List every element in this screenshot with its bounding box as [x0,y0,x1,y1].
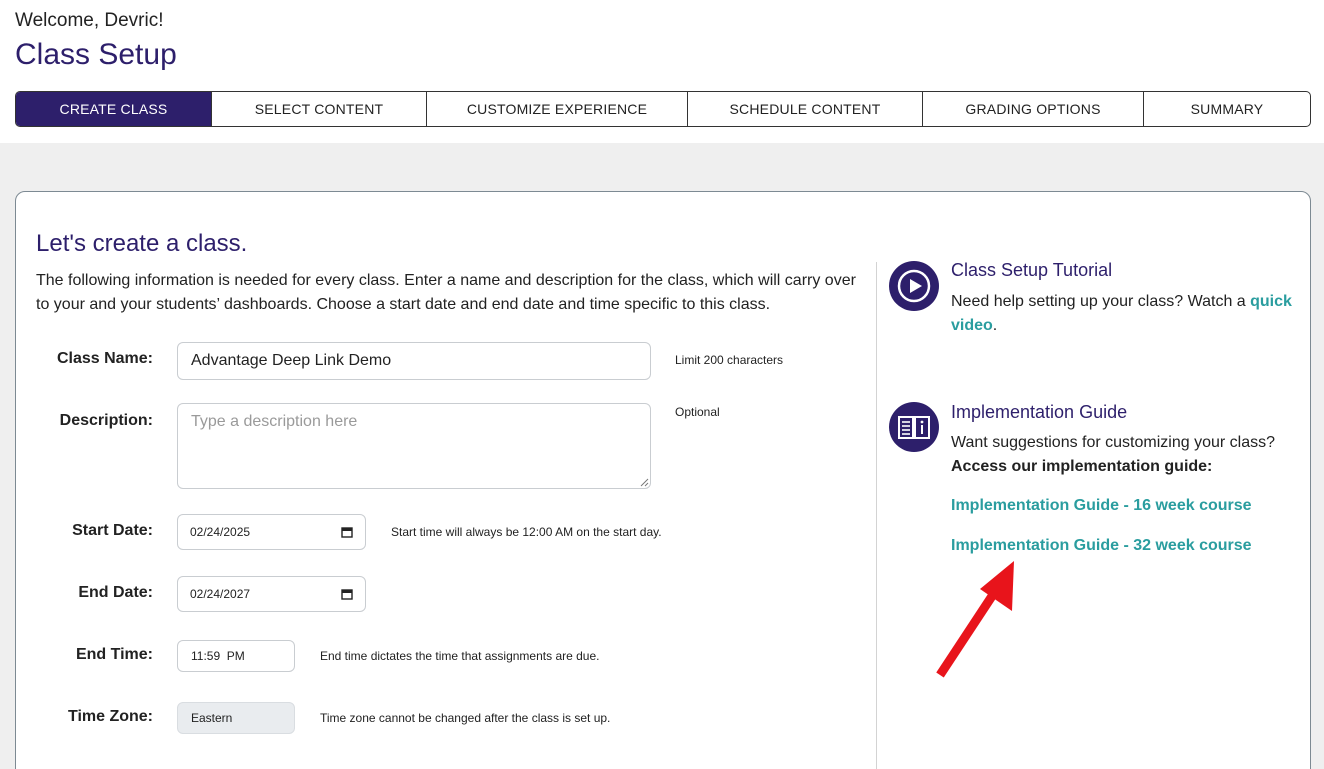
step-create-class[interactable]: CREATE CLASS [16,92,212,126]
resize-grip-icon[interactable] [639,477,649,487]
tutorial-text-lead: Need help setting up your class? Watch a [951,293,1251,310]
page-title: Class Setup [15,38,177,71]
welcome-text: Welcome, Devric! [15,10,164,31]
play-circle-icon[interactable] [889,261,939,311]
calendar-icon[interactable] [341,588,353,600]
red-arrow-icon [936,561,1014,678]
setup-steps-nav: CREATE CLASS SELECT CONTENT CUSTOMIZE EX… [15,91,1311,127]
step-grading-options[interactable]: GRADING OPTIONS [923,92,1144,126]
end-date-label: End Date: [78,584,153,601]
calendar-icon[interactable] [341,526,353,538]
start-date-hint: Start time will always be 12:00 AM on th… [391,525,662,539]
guide-text: Want suggestions for customizing your cl… [951,434,1275,451]
end-time-hint: End time dictates the time that assignme… [320,649,600,663]
end-date-input[interactable]: 02/24/2027 [177,576,366,612]
step-summary[interactable]: SUMMARY [1144,92,1310,126]
class-name-label: Class Name: [56,350,153,367]
time-zone-select: Eastern [177,702,295,734]
open-book-icon [889,402,939,452]
start-date-label: Start Date: [72,522,153,539]
create-class-card: Let's create a class. The following info… [15,191,1311,769]
guide-16-week-link[interactable]: Implementation Guide - 16 week course [951,497,1252,515]
page-header: Welcome, Devric! Class Setup CREATE CLAS… [0,0,1324,143]
tutorial-text: Need help setting up your class? Watch a… [951,290,1296,338]
end-time-label: End Time: [75,646,153,663]
step-schedule-content[interactable]: SCHEDULE CONTENT [688,92,923,126]
guide-title: Implementation Guide [951,402,1128,422]
time-zone-label: Time Zone: [67,708,153,725]
end-time-value: 11:59 PM [191,649,245,663]
end-date-value: 02/24/2027 [190,587,251,601]
step-select-content[interactable]: SELECT CONTENT [212,92,427,126]
tutorial-title: Class Setup Tutorial [951,260,1113,280]
step-customize-experience[interactable]: CUSTOMIZE EXPERIENCE [427,92,688,126]
form-intro: The following information is needed for … [36,272,856,313]
class-name-input[interactable] [177,342,651,380]
class-name-hint: Limit 200 characters [675,353,784,367]
end-time-input[interactable]: 11:59 PM [177,640,295,672]
time-zone-value: Eastern [191,711,233,725]
form-heading: Let's create a class. [36,230,248,257]
time-zone-hint: Time zone cannot be changed after the cl… [320,711,611,725]
column-divider [876,262,877,769]
description-hint: Optional [675,405,720,419]
description-label: Description: [59,412,153,429]
description-textarea[interactable] [177,403,651,489]
start-date-input[interactable]: 02/24/2025 [177,514,366,550]
guide-access-text: Access our implementation guide: [951,458,1213,475]
tutorial-text-period: . [992,317,998,334]
start-date-value: 02/24/2025 [190,525,251,539]
